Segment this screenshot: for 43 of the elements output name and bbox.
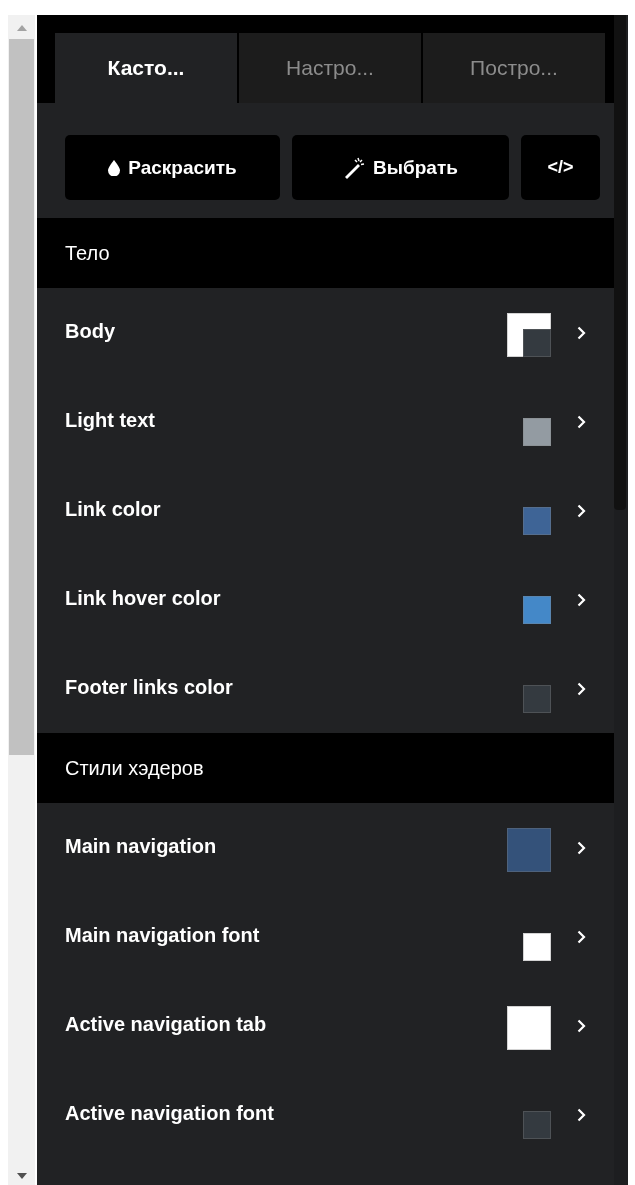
- chevron-right-icon: [577, 840, 586, 855]
- setting-label: Active navigation tab: [65, 1013, 268, 1036]
- scroll-down-icon[interactable]: [16, 1173, 27, 1179]
- setting-row[interactable]: Light text: [37, 377, 614, 466]
- setting-label: Link color: [65, 498, 162, 521]
- chevron-right-icon: [577, 592, 586, 607]
- chevron-right-icon: [577, 414, 586, 429]
- setting-row[interactable]: Main navigation: [37, 803, 614, 892]
- setting-row[interactable]: Link hover color: [37, 555, 614, 644]
- chevron-right-icon: [577, 681, 586, 696]
- scrollbar[interactable]: [8, 15, 35, 1185]
- chevron-right-icon: [577, 1107, 586, 1122]
- setting-row[interactable]: Active navigation font: [37, 1070, 614, 1159]
- setting-label: Body: [65, 320, 116, 343]
- setting-row[interactable]: Main navigation font: [37, 892, 614, 981]
- setting-label: Main navigation: [65, 835, 218, 858]
- chevron-right-icon: [577, 503, 586, 518]
- setting-row[interactable]: Footer links color: [37, 644, 614, 733]
- scrollbar[interactable]: [614, 15, 628, 1185]
- drop-icon: [108, 159, 121, 176]
- magic-wand-icon: [343, 156, 366, 179]
- setting-row[interactable]: Body: [37, 288, 614, 377]
- setting-label: Main navigation font: [65, 924, 261, 947]
- setting-label: Footer links color: [65, 676, 234, 699]
- setting-row[interactable]: Active navigation tab: [37, 981, 614, 1070]
- tab[interactable]: Постро...: [423, 33, 605, 103]
- scrollbar-thumb[interactable]: [9, 39, 34, 755]
- setting-label: Link hover color: [65, 587, 222, 610]
- section-title: Стили хэдеров: [65, 756, 204, 780]
- setting-label: Active navigation font: [65, 1102, 275, 1125]
- setting-row[interactable]: Link color: [37, 466, 614, 555]
- scrollbar-thumb[interactable]: [614, 15, 626, 510]
- chevron-right-icon: [577, 325, 586, 340]
- tab[interactable]: Настро...: [239, 33, 421, 103]
- scroll-up-icon[interactable]: [16, 25, 27, 31]
- chevron-right-icon: [577, 1018, 586, 1033]
- tool-button[interactable]: Выбрать: [292, 135, 509, 200]
- tool-button[interactable]: Раскрасить: [65, 135, 280, 200]
- chevron-right-icon: [577, 929, 586, 944]
- tool-button[interactable]: </>: [521, 135, 600, 200]
- setting-label: Light text: [65, 409, 156, 432]
- tab[interactable]: Касто...: [55, 33, 237, 103]
- section-title: Тело: [65, 241, 110, 265]
